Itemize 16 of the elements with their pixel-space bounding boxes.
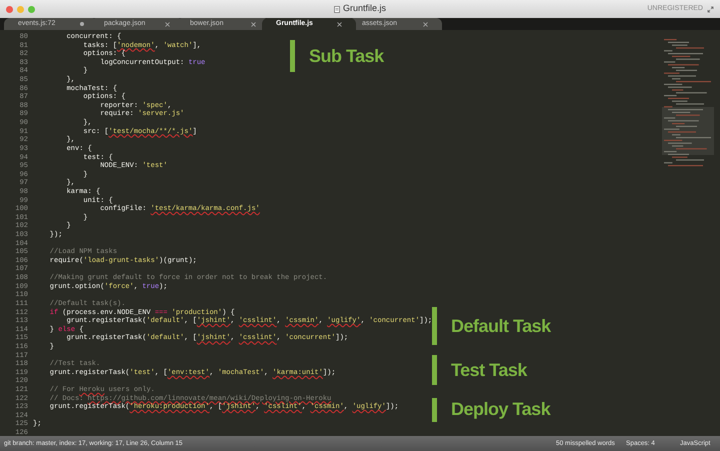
- annotation-bar: [432, 355, 437, 385]
- annotation-bar: [432, 307, 437, 345]
- annotation-label: Default Task: [451, 314, 551, 338]
- close-icon[interactable]: [337, 22, 342, 26]
- annotation-label: Sub Task: [309, 44, 384, 68]
- annotation-label: Deploy Task: [451, 398, 550, 421]
- fullscreen-icon[interactable]: [707, 6, 714, 12]
- close-window-button[interactable]: [6, 6, 13, 12]
- file-icon: [334, 6, 340, 12]
- close-icon[interactable]: [251, 22, 256, 26]
- close-icon[interactable]: [165, 22, 170, 26]
- annotation-bar: [290, 40, 295, 72]
- close-icon[interactable]: [423, 22, 428, 26]
- annotation-bar: [432, 398, 437, 422]
- annotation-label: Test Task: [451, 358, 527, 382]
- window-title: Gruntfile.js: [342, 2, 386, 16]
